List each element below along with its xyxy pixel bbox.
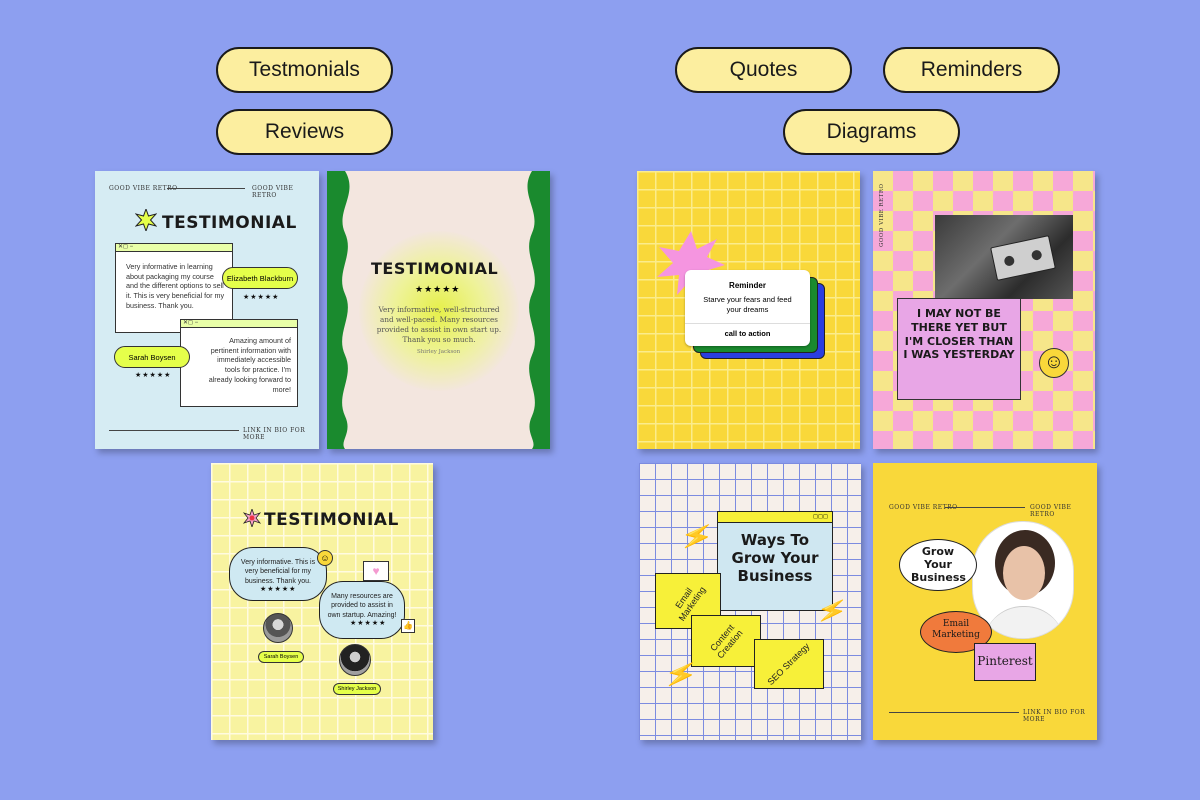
testimonial-text: Very informative, well-structured and we… [376,305,502,345]
window-bar: ✕◻ − [181,320,297,328]
rating-stars-2: ★★★★★ [350,620,387,627]
pill-testimonials[interactable]: Testmonials [216,47,393,93]
footer-rule [889,712,1019,713]
diagram-title: Ways To Grow Your Business [731,531,819,585]
flower-icon [242,507,262,529]
testimonial-card-wave: TESTIMONIAL ★★★★★ Very informative, well… [327,171,550,449]
footer-text: LINK IN BIO FOR MORE [243,427,306,441]
pill-diagrams[interactable]: Diagrams [783,109,960,155]
quote-text: I MAY NOT BE THERE YET BUT I'M CLOSER TH… [903,307,1015,362]
title-window: ◻◻◻ Ways To Grow Your Business [717,511,833,611]
avatar-name-2: Shirley Jackson [333,683,381,695]
testimonial-card-grid: TESTIMONIAL Very informative. This is ve… [211,463,433,740]
wave-border-left [327,171,350,449]
pill-quotes[interactable]: Quotes [675,47,852,93]
heart-icon: ♥ [363,561,389,581]
header-rule [945,507,1025,508]
review-text-1: Very informative in learning about packa… [126,262,225,310]
testimonial-card-windows: GOOD VIBE RETRO GOOD VIBE RETRO TESTIMON… [95,171,319,449]
folder-content-creation: Content Creation [691,615,761,667]
window-bar: ◻◻◻ [718,512,832,523]
diagram-card: ⚡ ◻◻◻ Ways To Grow Your Business Email M… [639,463,861,740]
page-title: TESTIMONIAL [162,213,297,233]
header-right: GOOD VIBE RETRO [252,185,294,199]
portrait-face [1003,546,1045,600]
folder-label-3: SEO Strategy [766,641,812,687]
quote-card: GOOD VIBE RETRO I MAY NOT BE THERE YET B… [873,171,1095,449]
folder-seo-strategy: SEO Strategy [754,639,824,689]
email-marketing-text: Email Marketing [932,619,980,640]
side-text: GOOD VIBE RETRO [879,183,885,248]
call-to-action[interactable]: call to action [685,329,810,338]
reminder-card: Reminder Starve your fears and feed your… [637,171,860,449]
thumbs-up-icon: 👍 [401,619,415,633]
pill-reminders[interactable]: Reminders [883,47,1060,93]
divider [685,323,810,324]
bolt-icon-1: ⚡ [677,517,717,555]
portrait-shirt [983,606,1065,638]
footer-text: LINK IN BIO FOR MORE [1023,709,1086,723]
avatar-2 [339,644,371,676]
footer-rule [109,430,239,431]
avatar-name-1: Sarah Boysen [258,651,304,663]
smiley-icon: ☺ [317,550,333,566]
bolt-icon-2: ⚡ [814,594,851,629]
reminder-heading: Reminder [729,281,766,290]
rating-stars: ★★★★★ [415,284,461,294]
grow-bubble-text: Grow Your Business [911,545,966,585]
wave-title: TESTIMONIAL [371,259,499,278]
reminder-text: Starve your fears and feed your dreams [703,295,792,314]
grow-business-card: GOOD VIBE RETRO GOOD VIBE RETRO Grow You… [873,463,1097,740]
smiley-icon: ☺ [1039,348,1069,378]
review-window-2: ✕◻ − Amazing amount of pertinent informa… [180,319,298,407]
grid-title: TESTIMONIAL [264,510,399,530]
reminder-panel: Reminder Starve your fears and feed your… [685,270,810,346]
header-right: GOOD VIBE RETRO [1030,504,1072,518]
speech-bubble-2: Many resources are provided to assist in… [319,581,405,639]
testimonial-author: Shirley Jackson [417,349,461,355]
pinterest-badge: Pinterest [974,643,1036,681]
folder-label-2: Content Creation [708,622,745,661]
avatar-1 [263,613,293,643]
reviewer-name-1: Elizabeth Blackburn [222,267,298,289]
review-text-2: Amazing amount of pertinent information … [208,336,291,394]
wave-border-right [527,171,550,449]
rating-stars-1: ★★★★★ [260,586,297,593]
starburst-icon [134,207,158,233]
header-rule [167,188,245,189]
reviewer-name-2: Sarah Boysen [114,346,190,368]
rating-stars-1: ★★★★★ [243,294,280,301]
cassette-tape [990,235,1056,281]
window-bar: ✕◻ − [116,244,232,252]
rating-stars-2: ★★★★★ [135,372,172,379]
pill-reviews[interactable]: Reviews [216,109,393,155]
cassette-photo [935,215,1073,299]
